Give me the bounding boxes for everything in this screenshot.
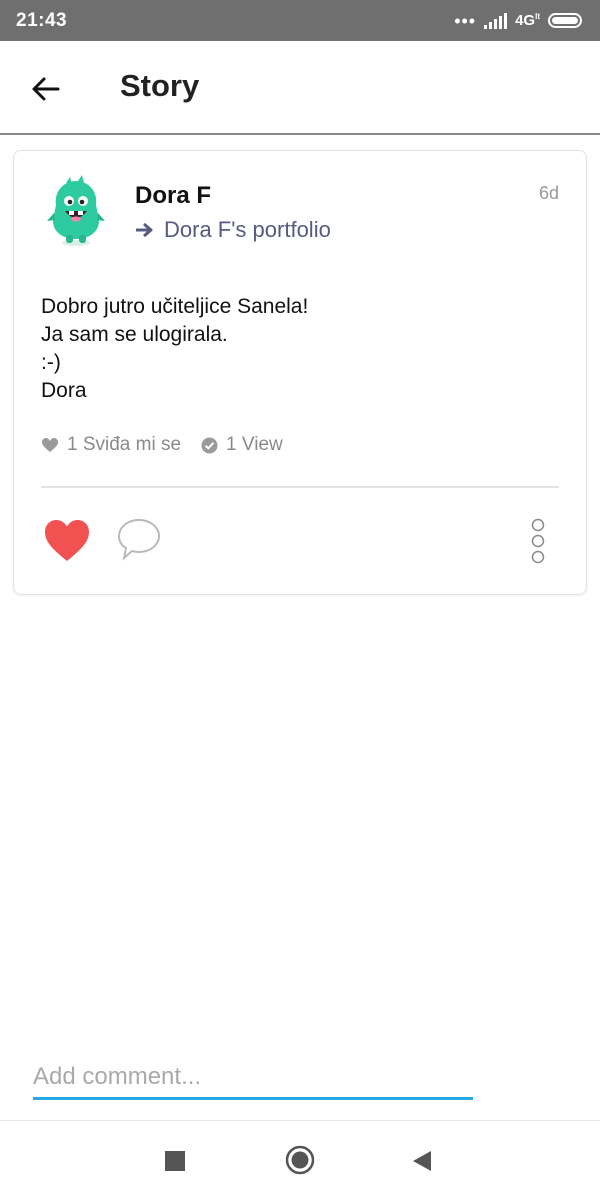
home-circle-icon xyxy=(285,1145,315,1175)
message-line: Dobro jutro učiteljice Sanela! xyxy=(41,295,309,318)
story-age: 6d xyxy=(538,183,559,203)
battery-icon xyxy=(548,13,582,28)
nav-back-button[interactable] xyxy=(411,1149,433,1173)
system-nav-bar xyxy=(0,1120,600,1200)
message-line: Dora xyxy=(41,379,87,402)
comment-input[interactable] xyxy=(33,1060,473,1100)
heart-small-icon xyxy=(42,438,58,452)
check-circle-icon xyxy=(201,437,218,453)
status-icons: ••• 4Glt xyxy=(454,12,582,30)
back-button[interactable] xyxy=(28,71,64,107)
status-bar: 21:43 ••• 4Glt xyxy=(0,0,600,41)
views-count: 1 View xyxy=(201,434,283,456)
network-label: 4G xyxy=(515,12,536,29)
portfolio-link-label: Dora F's portfolio xyxy=(164,217,331,242)
portfolio-link[interactable]: Dora F's portfolio xyxy=(135,217,331,243)
status-time: 21:43 xyxy=(16,9,68,31)
heart-icon xyxy=(45,520,89,561)
story-stats: 1 Sviđa mi se 1 View xyxy=(41,434,303,456)
home-button[interactable] xyxy=(285,1145,315,1175)
likes-label: 1 Sviđa mi se xyxy=(67,434,182,455)
arrow-right-icon xyxy=(136,223,153,237)
message-line: :-) xyxy=(41,351,61,374)
views-label: 1 View xyxy=(226,434,283,455)
speech-bubble-icon xyxy=(117,518,161,561)
comment-button[interactable] xyxy=(116,517,162,563)
signal-icon xyxy=(484,12,508,29)
network-type: 4Glt xyxy=(515,12,540,29)
recent-apps-icon[interactable] xyxy=(165,1151,185,1171)
story-message: Dobro jutro učiteljice Sanela! Ja sam se… xyxy=(41,293,308,405)
page-title: Story xyxy=(120,68,200,103)
like-button[interactable] xyxy=(43,519,91,563)
notification-dots-icon: ••• xyxy=(454,10,477,31)
app-header: Story xyxy=(0,41,600,135)
more-options-button[interactable] xyxy=(530,517,546,565)
back-triangle-icon xyxy=(413,1151,431,1171)
arrow-left-icon xyxy=(32,77,60,101)
likes-count[interactable]: 1 Sviđa mi se xyxy=(41,434,181,456)
message-line: Ja sam se ulogirala. xyxy=(41,323,228,346)
monster-avatar-icon xyxy=(47,175,105,246)
network-sub-label: lt xyxy=(535,12,540,21)
card-divider xyxy=(41,486,559,488)
story-card: Dora F 6d Dora F's portfolio Dobro jutro… xyxy=(13,150,587,595)
more-vertical-icon xyxy=(531,518,545,564)
author-name[interactable]: Dora F xyxy=(135,182,211,210)
